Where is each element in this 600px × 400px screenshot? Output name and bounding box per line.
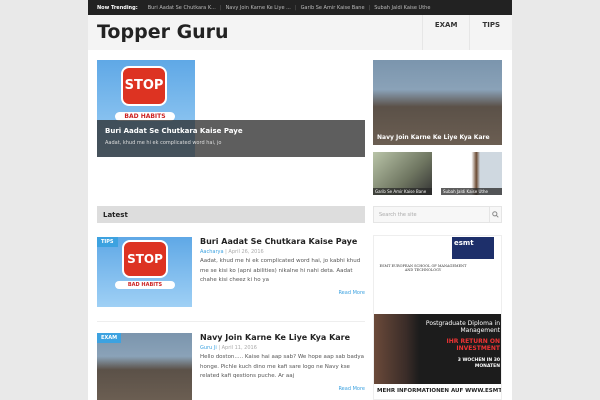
bad-habits-graphic: BAD HABITS [115, 281, 175, 289]
ad-footer[interactable]: MEHR INFORMATIONEN AUF WWW.ESMT.ORG [377, 387, 501, 395]
stop-sign-graphic: STOP [122, 240, 168, 278]
trending-link[interactable]: Buri Aadat Se Chutkara K... [148, 5, 216, 11]
ad-banner: Postgraduate Diploma in Management IHR R… [374, 314, 501, 384]
featured-small-image[interactable]: Subah Jaldi Kaise Uthe [441, 152, 502, 195]
post-title[interactable]: Buri Aadat Se Chutkara Kaise Paye [200, 237, 365, 246]
featured-main-title[interactable]: Buri Aadat Se Chutkara Kaise Paye [105, 127, 357, 135]
post-author[interactable]: Guru Ji [200, 345, 217, 351]
trending-link[interactable]: Subah Jaldi Kaise Uthe [374, 5, 430, 11]
trending-bar: Now Trending: Buri Aadat Se Chutkara K..… [88, 0, 512, 15]
trending-label: Now Trending: [97, 4, 138, 11]
post-thumbnail[interactable]: EXAM [97, 333, 192, 400]
read-more-link[interactable]: Read More [200, 290, 365, 296]
featured-small-image[interactable]: Garib Se Amir Kaise Bane [373, 152, 432, 195]
post-item: EXAM Navy Join Karne Ke Liye Kya Kare Gu… [97, 333, 365, 400]
featured-main-excerpt: Aadat, khud me hi ek complicated word ha… [105, 140, 222, 146]
page-container: Now Trending: Buri Aadat Se Chutkara K..… [88, 0, 512, 400]
featured-side-image[interactable]: Navy Join Karne Ke Liye Kya Kare [373, 60, 502, 145]
nav-exam[interactable]: EXAM [421, 15, 470, 50]
post-author[interactable]: Aacharya [200, 249, 224, 255]
site-header: Topper Guru EXAM TIPS [88, 15, 512, 50]
stop-sign-graphic: STOP [121, 66, 167, 106]
featured-small-title[interactable]: Subah Jaldi Kaise Uthe [441, 188, 502, 195]
search-input[interactable]: Search the site [373, 206, 502, 223]
ad-school-name: ESMT EUROPEAN SCHOOL OF MANAGEMENT AND T… [379, 264, 467, 272]
ad-headline: Postgraduate Diploma in Management [425, 320, 500, 334]
divider [97, 321, 365, 322]
nav-tips[interactable]: TIPS [469, 15, 512, 50]
post-meta: Aacharya | April 26, 2016 [200, 249, 264, 255]
search-placeholder: Search the site [379, 212, 417, 218]
post-title[interactable]: Navy Join Karne Ke Liye Kya Kare [200, 333, 365, 342]
search-icon [492, 211, 499, 218]
featured-small-title[interactable]: Garib Se Amir Kaise Bane [373, 188, 432, 195]
latest-heading: Latest [97, 206, 365, 223]
trending-link[interactable]: Garib Se Amir Kaise Bane [301, 5, 365, 11]
post-excerpt: Hello doston..... Kaise hai aap sab? We … [200, 354, 364, 379]
post-date: April 11, 2016 [221, 345, 257, 351]
ad-weeks: 3 WOCHEN IN 30 MONATEN [457, 358, 500, 369]
post-thumbnail[interactable]: STOP BAD HABITS TIPS [97, 237, 192, 307]
site-logo[interactable]: Topper Guru [97, 21, 229, 43]
featured-main-caption[interactable]: Buri Aadat Se Chutkara Kaise Paye Aadat,… [97, 120, 365, 157]
search-button[interactable] [489, 207, 501, 222]
post-excerpt: Aadat, khud me hi ek complicated word ha… [200, 258, 361, 283]
post-meta: Guru Ji | April 11, 2016 [200, 345, 257, 351]
post-item: STOP BAD HABITS TIPS Buri Aadat Se Chutk… [97, 237, 365, 312]
post-date: April 26, 2016 [228, 249, 264, 255]
ad-red-text: IHR RETURN ON INVESTMENT [446, 338, 501, 352]
trending-link[interactable]: Navy Join Karne Ke Liye ... [226, 5, 291, 11]
category-tag[interactable]: TIPS [97, 237, 118, 247]
read-more-link[interactable]: Read More [200, 386, 365, 392]
main-nav: EXAM TIPS [421, 15, 512, 50]
category-tag[interactable]: EXAM [97, 333, 122, 343]
ad-brand-logo: esmt [452, 237, 494, 259]
advertisement[interactable]: esmt ESMT EUROPEAN SCHOOL OF MANAGEMENT … [373, 235, 502, 400]
featured-side-title[interactable]: Navy Join Karne Ke Liye Kya Kare [377, 134, 490, 141]
